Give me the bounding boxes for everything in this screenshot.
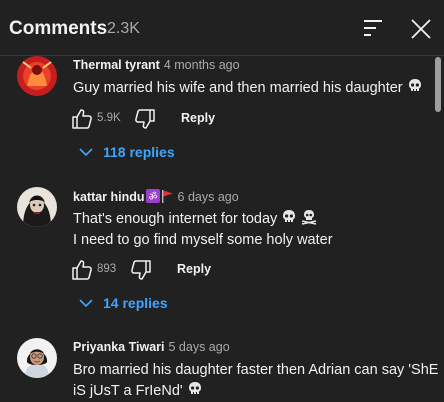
comment-line: I need to go find myself some holy water [73,232,333,248]
like-button[interactable] [71,108,93,130]
flag-emoji-icon [161,190,173,203]
skull-emoji-icon [283,210,296,222]
comment-author[interactable]: kattar hindu [73,190,145,204]
chevron-down-icon [79,299,93,308]
replies-count: 118 replies [103,144,175,160]
comment-line: Guy married his wife and then married hi… [73,80,403,96]
comment-text: That's enough internet for today I need … [73,209,333,251]
like-count: 893 [97,263,117,275]
like-button[interactable] [71,259,93,281]
view-replies-button[interactable]: 14 replies [78,293,198,315]
chevron-down-icon [79,148,93,157]
comment-time[interactable]: 5 days ago [169,340,230,354]
comment-time[interactable]: 4 months ago [164,58,240,72]
comment-line: Bro married his daughter faster then Adr… [73,362,439,378]
dislike-button[interactable] [130,259,152,281]
comments-count: 2.3K [107,20,140,37]
close-icon [411,19,431,39]
avatar[interactable] [17,56,57,96]
comment-author[interactable]: Priyanka Tiwari [73,340,165,354]
thumbs-up-icon [72,260,92,280]
comment-author[interactable]: Thermal tyrant [73,58,160,72]
svg-text:ॐ: ॐ [148,191,157,203]
comments-header: Comments 2.3K [0,0,444,56]
close-button[interactable] [408,16,434,42]
reply-button[interactable]: Reply [177,262,211,276]
comment-meta: Thermal tyrant 4 months ago [73,58,240,72]
sort-button[interactable] [360,16,386,40]
view-replies-button[interactable]: 118 replies [78,142,208,164]
like-count: 5.9K [97,112,121,124]
comment-line: iS jUsT a FrIeNd' [73,383,183,399]
scrollbar-thumb[interactable] [435,57,441,112]
comment-time[interactable]: 6 days ago [178,190,239,204]
comment-actions: 893 Reply [71,259,231,283]
dislike-button[interactable] [134,108,156,130]
thumbs-up-icon [72,109,92,129]
thumbs-down-icon [131,260,151,280]
comment-actions: 5.9K Reply [71,108,231,132]
avatar[interactable] [17,338,57,378]
comment-text: Guy married his wife and then married hi… [73,78,423,99]
comments-title: Comments [9,18,108,39]
comment-meta: kattar hindu ॐ 6 days ago [73,189,239,204]
skull-emoji-icon [188,382,201,394]
thumbs-down-icon [135,109,155,129]
reply-button[interactable]: Reply [181,111,215,125]
comment-meta: Priyanka Tiwari 5 days ago [73,340,230,354]
comment-text: Bro married his daughter faster then Adr… [73,360,438,402]
skull-emoji-icon [408,79,421,91]
sort-icon [364,20,382,36]
om-emoji-icon: ॐ [145,189,160,203]
avatar[interactable] [17,187,57,227]
scrollbar[interactable] [434,57,442,402]
skull-crossbones-emoji-icon [302,210,317,225]
replies-count: 14 replies [103,295,168,311]
comment-line: That's enough internet for today [73,211,278,227]
